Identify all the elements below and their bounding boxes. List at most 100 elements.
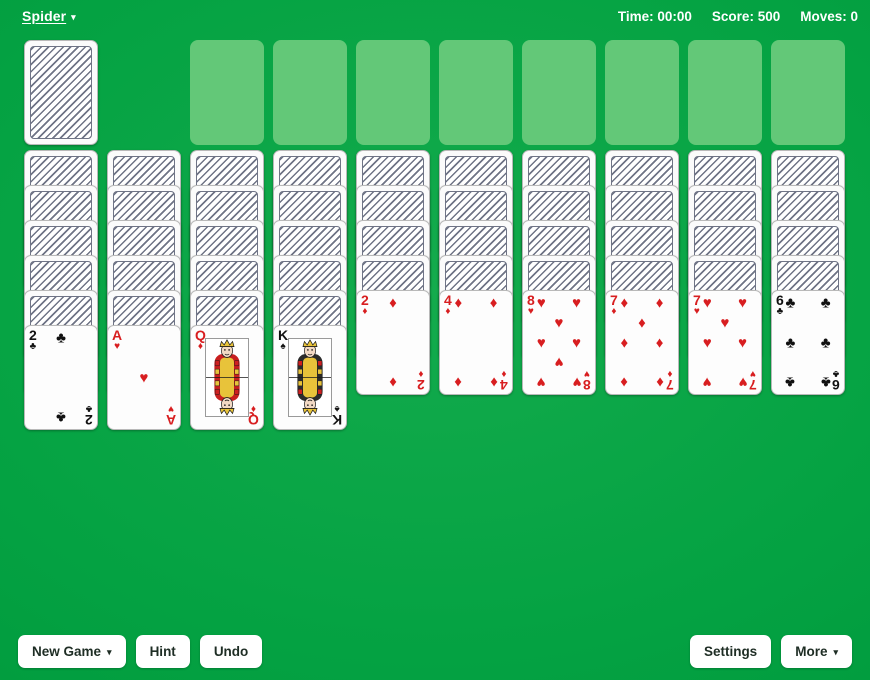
card-k-of-spades[interactable]: K ♠ K ♠ <box>273 325 347 430</box>
foundation-slot-4[interactable] <box>439 40 513 145</box>
card-corner-br: Q ♦ <box>248 403 259 428</box>
suit-hearts-pip: ♥ <box>720 314 730 332</box>
hint-button[interactable]: Hint <box>135 634 190 668</box>
suit-hearts-pip: ♥ <box>536 334 546 351</box>
card-rank: A <box>112 327 123 343</box>
card-corner-tl: 2 ♣ <box>29 328 37 351</box>
suit-hearts-icon: ♥ <box>584 368 591 380</box>
tableau-column-8[interactable]: 7 ♦ 7 ♦ ♦ ♦ ♦ ♦ ♦ ♦ ♦ <box>605 150 679 395</box>
card-2-of-diamonds[interactable]: 2 ♦ 2 ♦ ♦ ♦ <box>356 290 430 395</box>
undo-button[interactable]: Undo <box>199 634 263 668</box>
toolbar-left-group: New Game ▾ Hint Undo <box>18 634 263 668</box>
tableau-column-1[interactable]: 2 ♣ 2 ♣ ♣ ♣ <box>24 150 98 430</box>
foundation-slot-2[interactable] <box>273 40 347 145</box>
suit-clubs-pip: ♣ <box>820 373 831 391</box>
foundation-slot-7[interactable] <box>688 40 762 145</box>
stock-pile-card[interactable] <box>24 40 98 145</box>
card-7-of-hearts[interactable]: 7 ♥ 7 ♥ ♥ ♥ ♥ ♥ ♥ ♥ ♥ <box>688 290 762 395</box>
card-4-of-diamonds[interactable]: 4 ♦ 4 ♦ ♦ ♦ ♦ ♦ <box>439 290 513 395</box>
more-button[interactable]: More ▾ <box>781 634 852 668</box>
suit-diamonds-pip: ♦ <box>454 294 463 312</box>
suit-clubs-pip: ♣ <box>56 329 66 347</box>
card-rank: K <box>331 412 342 428</box>
card-corner-tl: 7 ♦ <box>610 293 618 317</box>
new-game-button[interactable]: New Game ▾ <box>18 634 126 668</box>
suit-diamonds-pip: ♦ <box>620 373 629 391</box>
card-6-of-clubs[interactable]: 6 ♣ 6 ♣ ♣ ♣ ♣ ♣ ♣ ♣ <box>771 290 845 395</box>
card-a-of-hearts[interactable]: A ♥ A ♥ ♥ <box>107 325 181 430</box>
card-q-of-diamonds[interactable]: Q ♦ Q ♦ <box>190 325 264 430</box>
tableau-column-9[interactable]: 7 ♥ 7 ♥ ♥ ♥ ♥ ♥ ♥ ♥ ♥ <box>688 150 762 395</box>
suit-clubs-pip: ♣ <box>785 373 796 391</box>
card-corner-br: A ♥ <box>165 403 176 428</box>
settings-button[interactable]: Settings <box>689 634 772 668</box>
card-rank: A <box>165 412 176 428</box>
card-corner-br: 7 ♦ <box>666 368 674 393</box>
card-rank: 4 <box>500 377 508 393</box>
undo-label: Undo <box>213 643 249 659</box>
suit-hearts-pip: ♥ <box>536 294 546 312</box>
card-8-of-hearts[interactable]: 8 ♥ 8 ♥ ♥ ♥ ♥ ♥ ♥ ♥ ♥ ♥ <box>522 290 596 395</box>
suit-hearts-pip: ♥ <box>572 294 582 312</box>
suit-hearts-pip: ♥ <box>702 373 712 391</box>
card-corner-tl: 8 ♥ <box>527 293 535 316</box>
suit-hearts-pip: ♥ <box>536 373 546 391</box>
tableau-column-6[interactable]: 4 ♦ 4 ♦ ♦ ♦ ♦ ♦ <box>439 150 513 395</box>
card-pip-layout: ♦ ♦ <box>372 295 414 391</box>
suit-hearts-pip: ♥ <box>572 334 582 351</box>
suit-diamonds-pip: ♦ <box>489 373 498 391</box>
suit-hearts-pip: ♥ <box>139 369 149 386</box>
suit-clubs-icon: ♣ <box>85 403 93 415</box>
suit-diamonds-icon: ♦ <box>251 403 257 415</box>
suit-diamonds-pip: ♦ <box>389 373 397 391</box>
suit-diamonds-pip: ♦ <box>655 294 664 312</box>
card-rank: 7 <box>693 292 701 308</box>
card-rank: K <box>278 327 289 343</box>
card-face: 2 ♣ 2 ♣ ♣ ♣ <box>25 326 97 429</box>
foundation-slot-5[interactable] <box>522 40 596 145</box>
tableau-column-3[interactable]: Q ♦ Q ♦ <box>190 150 264 430</box>
card-corner-tl: 7 ♥ <box>693 292 701 317</box>
suit-hearts-pip: ♥ <box>554 314 564 332</box>
suit-hearts-pip: ♥ <box>554 353 564 371</box>
tableau-column-2[interactable]: A ♥ A ♥ ♥ <box>107 150 181 430</box>
suit-hearts-icon: ♥ <box>693 305 700 317</box>
card-corner-tl: A ♥ <box>112 327 123 351</box>
card-face: 6 ♣ 6 ♣ ♣ ♣ ♣ ♣ ♣ ♣ <box>772 291 844 394</box>
foundation-slot-8[interactable] <box>771 40 845 145</box>
tableau-column-10[interactable]: 6 ♣ 6 ♣ ♣ ♣ ♣ ♣ ♣ ♣ <box>771 150 845 395</box>
card-corner-br: 2 ♦ <box>417 368 425 393</box>
tableau-column-4[interactable]: K ♠ K ♠ <box>273 150 347 430</box>
court-card-illustration <box>288 338 332 417</box>
game-playfield: 2 ♣ 2 ♣ ♣ ♣ A ♥ A ♥ ♥ Q ♦ Q ♦ K ♠ K ♠ 2 … <box>0 0 870 680</box>
suit-diamonds-pip: ♦ <box>454 373 463 391</box>
suit-hearts-pip: ♥ <box>738 373 748 391</box>
suit-diamonds-pip: ♦ <box>638 314 646 332</box>
card-rank: Q <box>248 412 259 428</box>
card-pip-layout: ♦ ♦ ♦ ♦ ♦ ♦ ♦ <box>620 294 664 391</box>
card-rank: 6 <box>832 377 840 393</box>
card-7-of-diamonds[interactable]: 7 ♦ 7 ♦ ♦ ♦ ♦ ♦ ♦ ♦ ♦ <box>605 290 679 395</box>
suit-diamonds-icon: ♦ <box>611 305 617 317</box>
tableau-column-7[interactable]: 8 ♥ 8 ♥ ♥ ♥ ♥ ♥ ♥ ♥ ♥ ♥ <box>522 150 596 395</box>
suit-hearts-pip: ♥ <box>572 373 582 391</box>
foundation-slot-3[interactable] <box>356 40 430 145</box>
card-pip-layout: ♣ ♣ ♣ ♣ ♣ ♣ <box>785 294 831 391</box>
hint-label: Hint <box>149 643 176 659</box>
suit-clubs-pip: ♣ <box>56 408 66 426</box>
suit-hearts-pip: ♥ <box>702 294 712 312</box>
tableau-column-5[interactable]: 2 ♦ 2 ♦ ♦ ♦ <box>356 150 430 395</box>
suit-spades-icon: ♠ <box>280 340 286 352</box>
foundation-slot-1[interactable] <box>190 40 264 145</box>
suit-clubs-pip: ♣ <box>785 294 796 312</box>
card-face: A ♥ A ♥ ♥ <box>108 326 180 429</box>
card-rank: 7 <box>666 377 674 393</box>
suit-diamonds-pip: ♦ <box>620 294 629 312</box>
card-rank: 6 <box>776 292 784 308</box>
card-rank: 2 <box>361 292 369 308</box>
foundation-slot-6[interactable] <box>605 40 679 145</box>
card-face: 8 ♥ 8 ♥ ♥ ♥ ♥ ♥ ♥ ♥ ♥ ♥ <box>523 291 595 394</box>
card-2-of-clubs[interactable]: 2 ♣ 2 ♣ ♣ ♣ <box>24 325 98 430</box>
card-face: K ♠ K ♠ <box>274 326 346 429</box>
suit-hearts-icon: ♥ <box>750 368 757 380</box>
